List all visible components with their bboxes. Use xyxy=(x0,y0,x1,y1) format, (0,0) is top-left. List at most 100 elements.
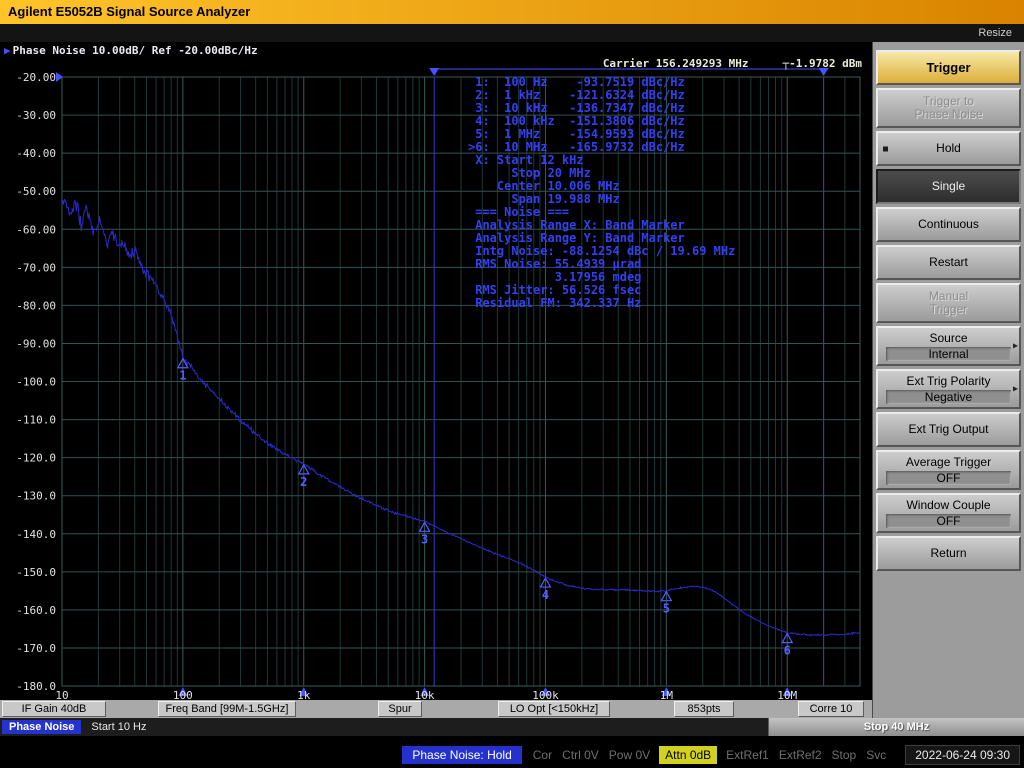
marker-5-number: 5 xyxy=(663,602,670,616)
softkey-ext-trig-output[interactable]: Ext Trig Output xyxy=(876,412,1021,447)
phase-noise-plot[interactable]: -20.00 -30.00 -40.00 -50.00 -60.00 -70.00 -80.… xyxy=(0,42,872,700)
softkey-hold[interactable]: Hold xyxy=(876,131,1021,166)
trace-header-label: Phase Noise 10.00dB/ Ref -20.00dBc/Hz xyxy=(12,44,258,57)
indicator-stop: Stop xyxy=(831,747,857,762)
y-axis-label: -120.0 xyxy=(16,452,56,465)
marker-3-number: 3 xyxy=(421,532,428,546)
x-axis-label: 10k xyxy=(415,689,435,700)
carrier-readout: Carrier 156.249293 MHz ┬-1.9782 dBm xyxy=(603,57,862,70)
status-row-measurement: IF Gain 40dB Freq Band [99M-1.5GHz] Spur LO… xyxy=(0,700,872,718)
y-axis-label: -160.0 xyxy=(16,604,56,617)
trace-header: ▶ Phase Noise 10.00dB/ Ref -20.00dBc/Hz xyxy=(4,44,258,57)
hold-indicator-dot xyxy=(883,146,888,151)
softkey-source[interactable]: Source Internal ▸ xyxy=(876,326,1021,366)
y-axis-label: -50.00 xyxy=(16,185,56,198)
carrier-label: Carrier 156.249293 MHz xyxy=(602,57,749,70)
y-axis-label: -40.00 xyxy=(16,147,56,160)
softkey-label: Average Trigger xyxy=(905,454,992,469)
softkey-restart[interactable]: Restart xyxy=(876,245,1021,280)
softkey-label: Single xyxy=(931,179,966,193)
submenu-arrow-icon: ▸ xyxy=(1012,340,1018,352)
indicator-pow-0v: Pow 0V xyxy=(608,747,651,762)
sweep-right-panel: Stop 40 MHz xyxy=(768,718,1024,736)
softkey-label: Hold xyxy=(936,141,961,155)
y-axis-label: -60.00 xyxy=(16,223,56,236)
sweep-start-label: Start 10 Hz xyxy=(91,721,147,733)
y-axis-label: -170.0 xyxy=(16,642,56,655)
softkey-label: Restart xyxy=(929,255,968,269)
x-axis-label: 100 xyxy=(173,689,193,700)
y-axis-label: -180.0 xyxy=(16,680,56,693)
softkey-window-couple-value: OFF xyxy=(886,513,1011,528)
marker-4-number: 4 xyxy=(542,588,549,602)
indicator-extref1: ExtRef1 xyxy=(726,747,769,762)
softkey-label: Trigger xyxy=(926,60,971,75)
y-axis-label: -150.0 xyxy=(16,566,56,579)
softkey-label: Window Couple xyxy=(906,497,991,512)
status-freq-band: Freq Band [99M-1.5GHz] xyxy=(158,701,296,717)
window-menu-strip: Resize xyxy=(0,24,1024,42)
softkey-label: Continuous xyxy=(918,217,979,231)
indicators-right: ExtRef1 ExtRef2 Stop Svc xyxy=(721,748,891,762)
softkey-label: Phase Noise xyxy=(914,107,983,121)
softkey-label: Source xyxy=(929,330,968,345)
indicator-svc: Svc xyxy=(866,747,887,762)
trace-chip[interactable]: Phase Noise xyxy=(2,720,82,734)
softkey-trigger-to-phase-noise[interactable]: Trigger to Phase Noise xyxy=(876,88,1021,128)
softkey-continuous[interactable]: Continuous xyxy=(876,207,1021,242)
mode-status: Phase Noise: Hold xyxy=(402,745,522,764)
marker-2-number: 2 xyxy=(300,475,307,489)
y-axis-label: -20.00 xyxy=(16,71,56,84)
softkey-ext-trig-polarity-value: Negative xyxy=(886,389,1011,404)
y-axis-label: -30.00 xyxy=(16,109,56,122)
softkey-ext-trig-polarity[interactable]: Ext Trig Polarity Negative ▸ xyxy=(876,369,1021,409)
submenu-arrow-icon: ▸ xyxy=(1012,383,1018,395)
y-axis-label: -70.00 xyxy=(16,261,56,274)
indicator-extref2: ExtRef2 xyxy=(778,747,822,762)
status-correlation: Corre 10 xyxy=(798,701,864,717)
softkey-label: Trigger xyxy=(929,302,968,316)
y-axis-label: -90.00 xyxy=(16,337,56,350)
softkey-buttons: Trigger Trigger to Phase Noise Hold Single Co… xyxy=(873,42,1024,571)
status-bar: Phase Noise: Hold Cor Ctrl 0V Pow 0V Attn … xyxy=(0,741,1024,768)
softkey-single[interactable]: Single xyxy=(876,169,1021,204)
title-bar: Agilent E5052B Signal Source Analyzer xyxy=(0,0,1024,24)
band-marker-arrow-icon[interactable] xyxy=(429,68,440,76)
y-axis-label: -80.00 xyxy=(16,299,56,312)
x-axis-label: 1M xyxy=(660,689,674,700)
instrument-screen: Agilent E5052B Signal Source Analyzer Re… xyxy=(0,0,1024,768)
datetime: 2022-06-24 09:30 xyxy=(905,744,1020,765)
trace-arrow-icon: ▶ xyxy=(4,44,11,57)
softkey-menu: Trigger Trigger to Phase Noise Hold Single Co… xyxy=(872,42,1024,736)
indicators-left: Cor Ctrl 0V Pow 0V xyxy=(528,748,655,762)
indicator-ctrl-0v: Ctrl 0V xyxy=(562,747,599,762)
softkey-label: Return xyxy=(930,546,967,560)
softkey-average-trigger-value: OFF xyxy=(886,470,1011,485)
status-row-sweep: Phase Noise Start 10 Hz Stop 40 MHz xyxy=(0,718,1024,736)
status-lo-opt: LO Opt [<150kHz] xyxy=(498,701,610,717)
softkey-source-value: Internal xyxy=(886,346,1011,361)
softkey-manual-trigger[interactable]: Manual Trigger xyxy=(876,283,1021,323)
softkey-trigger-menu-title: Trigger xyxy=(876,50,1021,85)
x-axis-label: 10 xyxy=(55,689,68,700)
marker-1-number: 1 xyxy=(179,369,186,383)
status-points: 853pts xyxy=(674,701,734,717)
softkey-return[interactable]: Return xyxy=(876,536,1021,571)
softkey-window-couple[interactable]: Window Couple OFF xyxy=(876,493,1021,533)
resize-button[interactable]: Resize xyxy=(978,27,1012,39)
status-spur: Spur xyxy=(378,701,422,717)
y-axis-label: -100.0 xyxy=(16,376,56,389)
sweep-left-panel: Phase Noise Start 10 Hz xyxy=(0,718,768,736)
plot-area: ▶ Phase Noise 10.00dB/ Ref -20.00dBc/Hz C… xyxy=(0,42,872,700)
y-axis-label: -110.0 xyxy=(16,414,56,427)
sweep-stop-label: Stop 40 MHz xyxy=(863,721,930,733)
softkey-average-trigger[interactable]: Average Trigger OFF xyxy=(876,450,1021,490)
indicator-cor: Cor xyxy=(532,747,553,762)
x-axis-label: 10M xyxy=(777,689,797,700)
softkey-label: Ext Trig Polarity xyxy=(906,373,991,388)
status-if-gain: IF Gain 40dB xyxy=(2,701,106,717)
attn-status: Attn 0dB xyxy=(659,745,718,764)
x-axis-label: 100k xyxy=(532,689,559,700)
softkey-label: Ext Trig Output xyxy=(908,422,989,436)
y-axis-label: -130.0 xyxy=(16,490,56,503)
